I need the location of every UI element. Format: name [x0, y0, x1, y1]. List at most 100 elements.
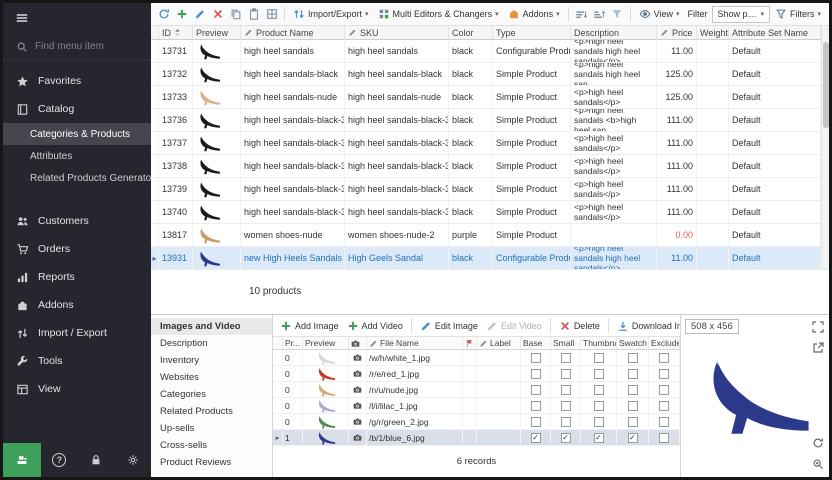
- tab-images-and-video[interactable]: Images and Video: [151, 318, 272, 335]
- column-header-id[interactable]: ID: [159, 26, 193, 39]
- sidebar-item-favorites[interactable]: Favorites: [3, 67, 151, 95]
- small-checkbox[interactable]: [561, 385, 571, 395]
- sidebar-item-related-products-generator[interactable]: Related Products Generator: [3, 167, 151, 189]
- small-checkbox[interactable]: ✓: [561, 433, 571, 443]
- sidebar-item-orders[interactable]: Orders: [3, 235, 151, 263]
- tab-inventory[interactable]: Inventory: [151, 352, 272, 369]
- swatch-checkbox[interactable]: [628, 353, 638, 363]
- exclude-checkbox[interactable]: [659, 417, 669, 427]
- product-row[interactable]: 13817women shoes-nudewomen shoes-nude-2p…: [151, 224, 821, 247]
- column-header-swatch[interactable]: Swatch: [617, 337, 649, 349]
- lock-button[interactable]: [78, 443, 115, 477]
- exclude-checkbox[interactable]: [659, 401, 669, 411]
- column-header-color[interactable]: Color: [449, 26, 493, 39]
- sidebar-item-view[interactable]: View: [3, 375, 151, 403]
- thumbnail-checkbox[interactable]: [594, 385, 604, 395]
- sidebar-item-addons[interactable]: Addons: [3, 291, 151, 319]
- base-checkbox[interactable]: [531, 417, 541, 427]
- product-row[interactable]: 13732high heel sandals-blackhigh heel sa…: [151, 63, 821, 86]
- sidebar-item-import-export[interactable]: Import / Export: [3, 319, 151, 347]
- column-header-flag[interactable]: [463, 337, 477, 349]
- swatch-checkbox[interactable]: [628, 385, 638, 395]
- product-row[interactable]: 13731high heel sandalshigh heel sandalsb…: [151, 40, 821, 63]
- copy-button[interactable]: [227, 5, 244, 24]
- sidebar-item-attributes[interactable]: Attributes: [3, 145, 151, 167]
- column-header-base[interactable]: Base: [521, 337, 551, 349]
- column-header-label[interactable]: Label: [477, 337, 521, 349]
- column-header-camera[interactable]: [349, 337, 367, 349]
- sidebar-search[interactable]: Find menu item: [3, 33, 151, 61]
- open-external-button[interactable]: [810, 340, 826, 356]
- fullscreen-button[interactable]: [810, 319, 826, 335]
- grid-scrollbar[interactable]: [821, 26, 829, 269]
- product-row[interactable]: 13737high heel sandals-black-36high heel…: [151, 132, 821, 155]
- thumbnail-checkbox[interactable]: [594, 369, 604, 379]
- add-video-button[interactable]: Add Video: [344, 320, 406, 332]
- exclude-checkbox[interactable]: [659, 385, 669, 395]
- thumbnail-checkbox[interactable]: [594, 401, 604, 411]
- base-checkbox[interactable]: [531, 401, 541, 411]
- product-row[interactable]: 13740high heel sandals-black-38high heel…: [151, 201, 821, 224]
- sidebar-item-reports[interactable]: Reports: [3, 263, 151, 291]
- column-header-file-name[interactable]: File Name: [367, 337, 463, 349]
- small-checkbox[interactable]: [561, 417, 571, 427]
- image-row[interactable]: 0/r/e/red_1.jpg: [273, 366, 680, 382]
- swatch-checkbox[interactable]: [628, 369, 638, 379]
- base-checkbox[interactable]: [531, 369, 541, 379]
- tab-cross-sells[interactable]: Cross-sells: [151, 437, 272, 454]
- column-header-thumbna[interactable]: Thumbna: [581, 337, 617, 349]
- tab-product-reviews[interactable]: Product Reviews: [151, 454, 272, 471]
- column-header-small[interactable]: Small: [551, 337, 581, 349]
- product-row[interactable]: 13736high heel sandals-black-36high heel…: [151, 109, 821, 132]
- tab-description[interactable]: Description: [151, 335, 272, 352]
- thumbnail-checkbox[interactable]: [594, 353, 604, 363]
- filters-button[interactable]: Filters▾: [771, 5, 825, 24]
- rotate-image-button[interactable]: [810, 435, 826, 451]
- sidebar-item-customers[interactable]: Customers: [3, 207, 151, 235]
- add-button[interactable]: [173, 5, 190, 24]
- view-dropdown[interactable]: View▾: [635, 5, 684, 24]
- small-checkbox[interactable]: [561, 353, 571, 363]
- image-row[interactable]: 0/w/h/white_1.jpg: [273, 350, 680, 366]
- column-header-attribute-set-name[interactable]: Attribute Set Name: [729, 26, 821, 39]
- image-row[interactable]: 0/n/u/nude.jpg: [273, 382, 680, 398]
- base-checkbox[interactable]: [531, 385, 541, 395]
- column-header-preview[interactable]: Preview: [193, 26, 241, 39]
- exclude-checkbox[interactable]: [659, 433, 669, 443]
- column-header-sku[interactable]: SKU: [345, 26, 449, 39]
- swatch-checkbox[interactable]: [628, 417, 638, 427]
- base-checkbox[interactable]: [531, 353, 541, 363]
- refresh-button[interactable]: [155, 5, 172, 24]
- product-row[interactable]: 13739high heel sandals-black-37high heel…: [151, 178, 821, 201]
- sidebar-item-tools[interactable]: Tools: [3, 347, 151, 375]
- grid-options-button[interactable]: [263, 5, 280, 24]
- tab-categories[interactable]: Categories: [151, 386, 272, 403]
- sort-asc-button[interactable]: [573, 5, 590, 24]
- grid-scrollbar-thumb[interactable]: [823, 42, 829, 128]
- product-row[interactable]: 13733high heel sandals-nudehigh heel san…: [151, 86, 821, 109]
- tab-related-products[interactable]: Related Products: [151, 403, 272, 420]
- column-header-exclude[interactable]: Exclude: [649, 337, 680, 349]
- product-image-preview[interactable]: [681, 315, 829, 477]
- edit-image-button[interactable]: Edit Image: [417, 320, 481, 332]
- image-row[interactable]: ▸1/b/1/blue_6.jpg✓✓✓✓: [273, 430, 680, 446]
- column-header-product-name[interactable]: Product Name: [241, 26, 345, 39]
- swatch-checkbox[interactable]: [628, 401, 638, 411]
- edit-button[interactable]: [191, 5, 208, 24]
- add-image-button[interactable]: Add Image: [277, 320, 342, 332]
- paste-button[interactable]: [245, 5, 262, 24]
- pos-button[interactable]: [3, 443, 41, 477]
- tab-up-sells[interactable]: Up-sells: [151, 420, 272, 437]
- sidebar-item-categories-products[interactable]: Categories & Products: [3, 123, 151, 145]
- column-header-description[interactable]: Description: [571, 26, 657, 39]
- delete-button[interactable]: Delete: [556, 320, 603, 332]
- swatch-checkbox[interactable]: ✓: [628, 433, 638, 443]
- column-header-price[interactable]: Price: [657, 26, 697, 39]
- sort-desc-button[interactable]: [591, 5, 608, 24]
- category-filter-select[interactable]: Show products from selected categories▾: [712, 6, 770, 23]
- zoom-image-button[interactable]: [810, 456, 826, 472]
- thumbnail-checkbox[interactable]: ✓: [594, 433, 604, 443]
- settings-button[interactable]: [114, 443, 151, 477]
- import-export-dropdown[interactable]: Import/Export▾: [289, 5, 373, 24]
- delete-button[interactable]: [209, 5, 226, 24]
